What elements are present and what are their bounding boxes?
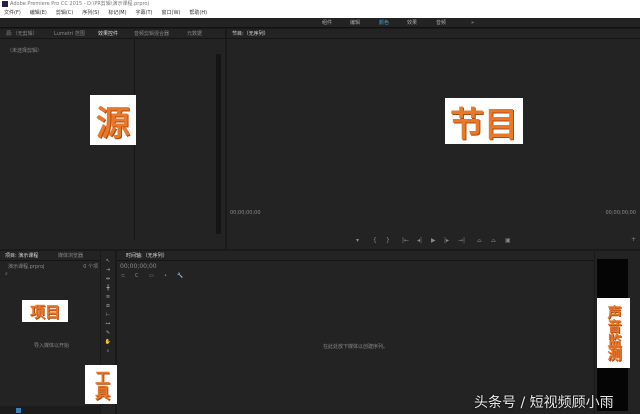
annotation-program: 节目 xyxy=(445,98,523,145)
ripple-edit-tool-icon[interactable]: ⇹ xyxy=(104,276,112,282)
menu-bar: 文件(F) 编辑(E) 剪辑(C) 序列(S) 标记(M) 字幕(T) 窗口(W) 帮助(H) xyxy=(0,8,640,18)
lift-icon[interactable]: ⌓ xyxy=(477,237,482,245)
menu-window[interactable]: 窗口(W) xyxy=(162,10,181,16)
slide-tool-icon[interactable]: ⊶ xyxy=(104,321,112,327)
add-button-icon[interactable]: + xyxy=(631,236,636,243)
add-marker-icon[interactable]: ▾ xyxy=(356,237,359,244)
title-bar: Adobe Premiere Pro CC 2015 - D:\PR剪辑\演示课… xyxy=(0,0,640,8)
step-forward-icon[interactable]: |▸ xyxy=(444,237,449,244)
workspace-editing[interactable]: 编辑 xyxy=(350,18,360,28)
annotation-audio-meter: 声音监测 xyxy=(597,298,630,368)
zoom-tool-icon[interactable]: ⌕ xyxy=(104,348,112,354)
snap-icon[interactable]: ⊂ xyxy=(121,273,125,279)
workspace-color[interactable]: 颜色 xyxy=(379,18,389,28)
tab-lumetri-scopes[interactable]: Lumetri 范围 xyxy=(54,29,85,39)
mark-out-icon[interactable]: } xyxy=(386,237,390,244)
tab-media-browser[interactable]: 媒体浏览器 xyxy=(58,251,83,261)
window-title: Adobe Premiere Pro CC 2015 - D:\PR剪辑\演示课… xyxy=(10,1,149,7)
project-file-name: 演示课程.prproj xyxy=(8,264,45,270)
export-frame-icon[interactable]: ▣ xyxy=(505,237,511,244)
tab-timeline[interactable]: 时间轴:（无序列） xyxy=(126,251,168,261)
play-icon[interactable]: ▶ xyxy=(431,237,436,244)
source-tabs: 源:（无剪辑） Lumetri 范围 效果控件 音频剪辑混合器 元数据 xyxy=(0,29,225,39)
tab-metadata[interactable]: 元数据 xyxy=(187,29,202,39)
step-back-icon[interactable]: ◂| xyxy=(417,237,422,244)
annotation-source: 源 xyxy=(90,95,136,145)
playhead-timecode[interactable]: 00;00;00;00 xyxy=(230,210,261,216)
menu-help[interactable]: 帮助(H) xyxy=(189,10,207,16)
import-media-text: 导入媒体以开始 xyxy=(34,343,70,349)
annotation-project: 项目 xyxy=(22,300,68,322)
tab-program[interactable]: 节目:（无序列） xyxy=(232,29,269,39)
program-tabs: 节目:（无序列） xyxy=(227,29,640,39)
menu-edit[interactable]: 编辑(E) xyxy=(30,10,47,16)
drop-media-text: 在此处放下媒体以创建序列。 xyxy=(323,344,389,350)
wrench-icon[interactable]: 🔧 xyxy=(177,273,183,279)
duration-timecode: 00;00;00;00 xyxy=(605,210,636,216)
menu-file[interactable]: 文件(F) xyxy=(4,10,21,16)
project-footer xyxy=(0,406,100,414)
timeline-timecode[interactable]: 00;00;00;00 xyxy=(120,263,157,270)
slip-tool-icon[interactable]: ⊢ xyxy=(104,312,112,318)
menu-sequence[interactable]: 序列(S) xyxy=(82,10,99,16)
mark-in-icon[interactable]: { xyxy=(373,237,377,244)
marker-icon[interactable]: • xyxy=(164,273,167,279)
tab-project[interactable]: 项目: 演示课程 xyxy=(5,251,38,261)
workspace-more-button[interactable]: » xyxy=(471,18,474,28)
search-icon[interactable]: ⌕ xyxy=(5,271,8,277)
workspace-bar: 组件 编辑 颜色 效果 音频 » xyxy=(0,18,640,28)
tab-source[interactable]: 源:（无剪辑） xyxy=(6,29,38,39)
timeline-tabs: 时间轴:（无序列） xyxy=(117,251,594,261)
workspace-assembly[interactable]: 组件 xyxy=(322,18,332,28)
workspace-effects[interactable]: 效果 xyxy=(407,18,417,28)
selection-tool-icon[interactable]: ↖ xyxy=(104,258,112,264)
workspace-audio[interactable]: 音频 xyxy=(436,18,446,28)
program-panel: 节目:（无序列） 00;00;00;00 00;00;00;00 ▾ { } |… xyxy=(227,29,640,249)
list-view-icon[interactable] xyxy=(16,408,21,413)
item-count: 0 个项 xyxy=(83,264,98,270)
premiere-logo-icon xyxy=(2,1,8,7)
pen-tool-icon[interactable]: ✎ xyxy=(104,330,112,336)
rolling-edit-tool-icon[interactable]: ╋ xyxy=(104,285,112,291)
go-to-in-icon[interactable]: |← xyxy=(402,237,409,244)
extract-icon[interactable]: ⌓ xyxy=(491,237,496,245)
track-select-tool-icon[interactable]: ⇥ xyxy=(104,267,112,273)
menu-marker[interactable]: 标记(M) xyxy=(108,10,126,16)
tab-effect-controls[interactable]: 效果控件 xyxy=(98,29,118,39)
timeline-panel: 时间轴:（无序列） 00;00;00;00 ⊂ C ▭ • 🔧 在此处放下媒体以… xyxy=(117,251,594,414)
add-marker-icon[interactable]: ▭ xyxy=(149,273,154,279)
linked-selection-icon[interactable]: C xyxy=(135,273,139,279)
menu-clip[interactable]: 剪辑(C) xyxy=(56,10,73,16)
razor-tool-icon[interactable]: ⧄ xyxy=(104,303,112,309)
watermark: 头条号 / 短视频顾小雨 xyxy=(474,395,614,411)
menu-title[interactable]: 字幕(T) xyxy=(136,10,153,16)
go-to-out-icon[interactable]: →| xyxy=(458,237,465,244)
hand-tool-icon[interactable]: ✋ xyxy=(104,339,112,345)
project-tabs: 项目: 演示课程 媒体浏览器 xyxy=(0,251,100,261)
annotation-tools: 工具 xyxy=(85,365,118,404)
no-clip-text: （未选择剪辑） xyxy=(7,48,43,54)
rate-stretch-tool-icon[interactable]: ≡ xyxy=(104,294,112,300)
scrollbar[interactable] xyxy=(216,54,221,234)
tab-audio-clip-mixer[interactable]: 音频剪辑混合器 xyxy=(134,29,169,39)
